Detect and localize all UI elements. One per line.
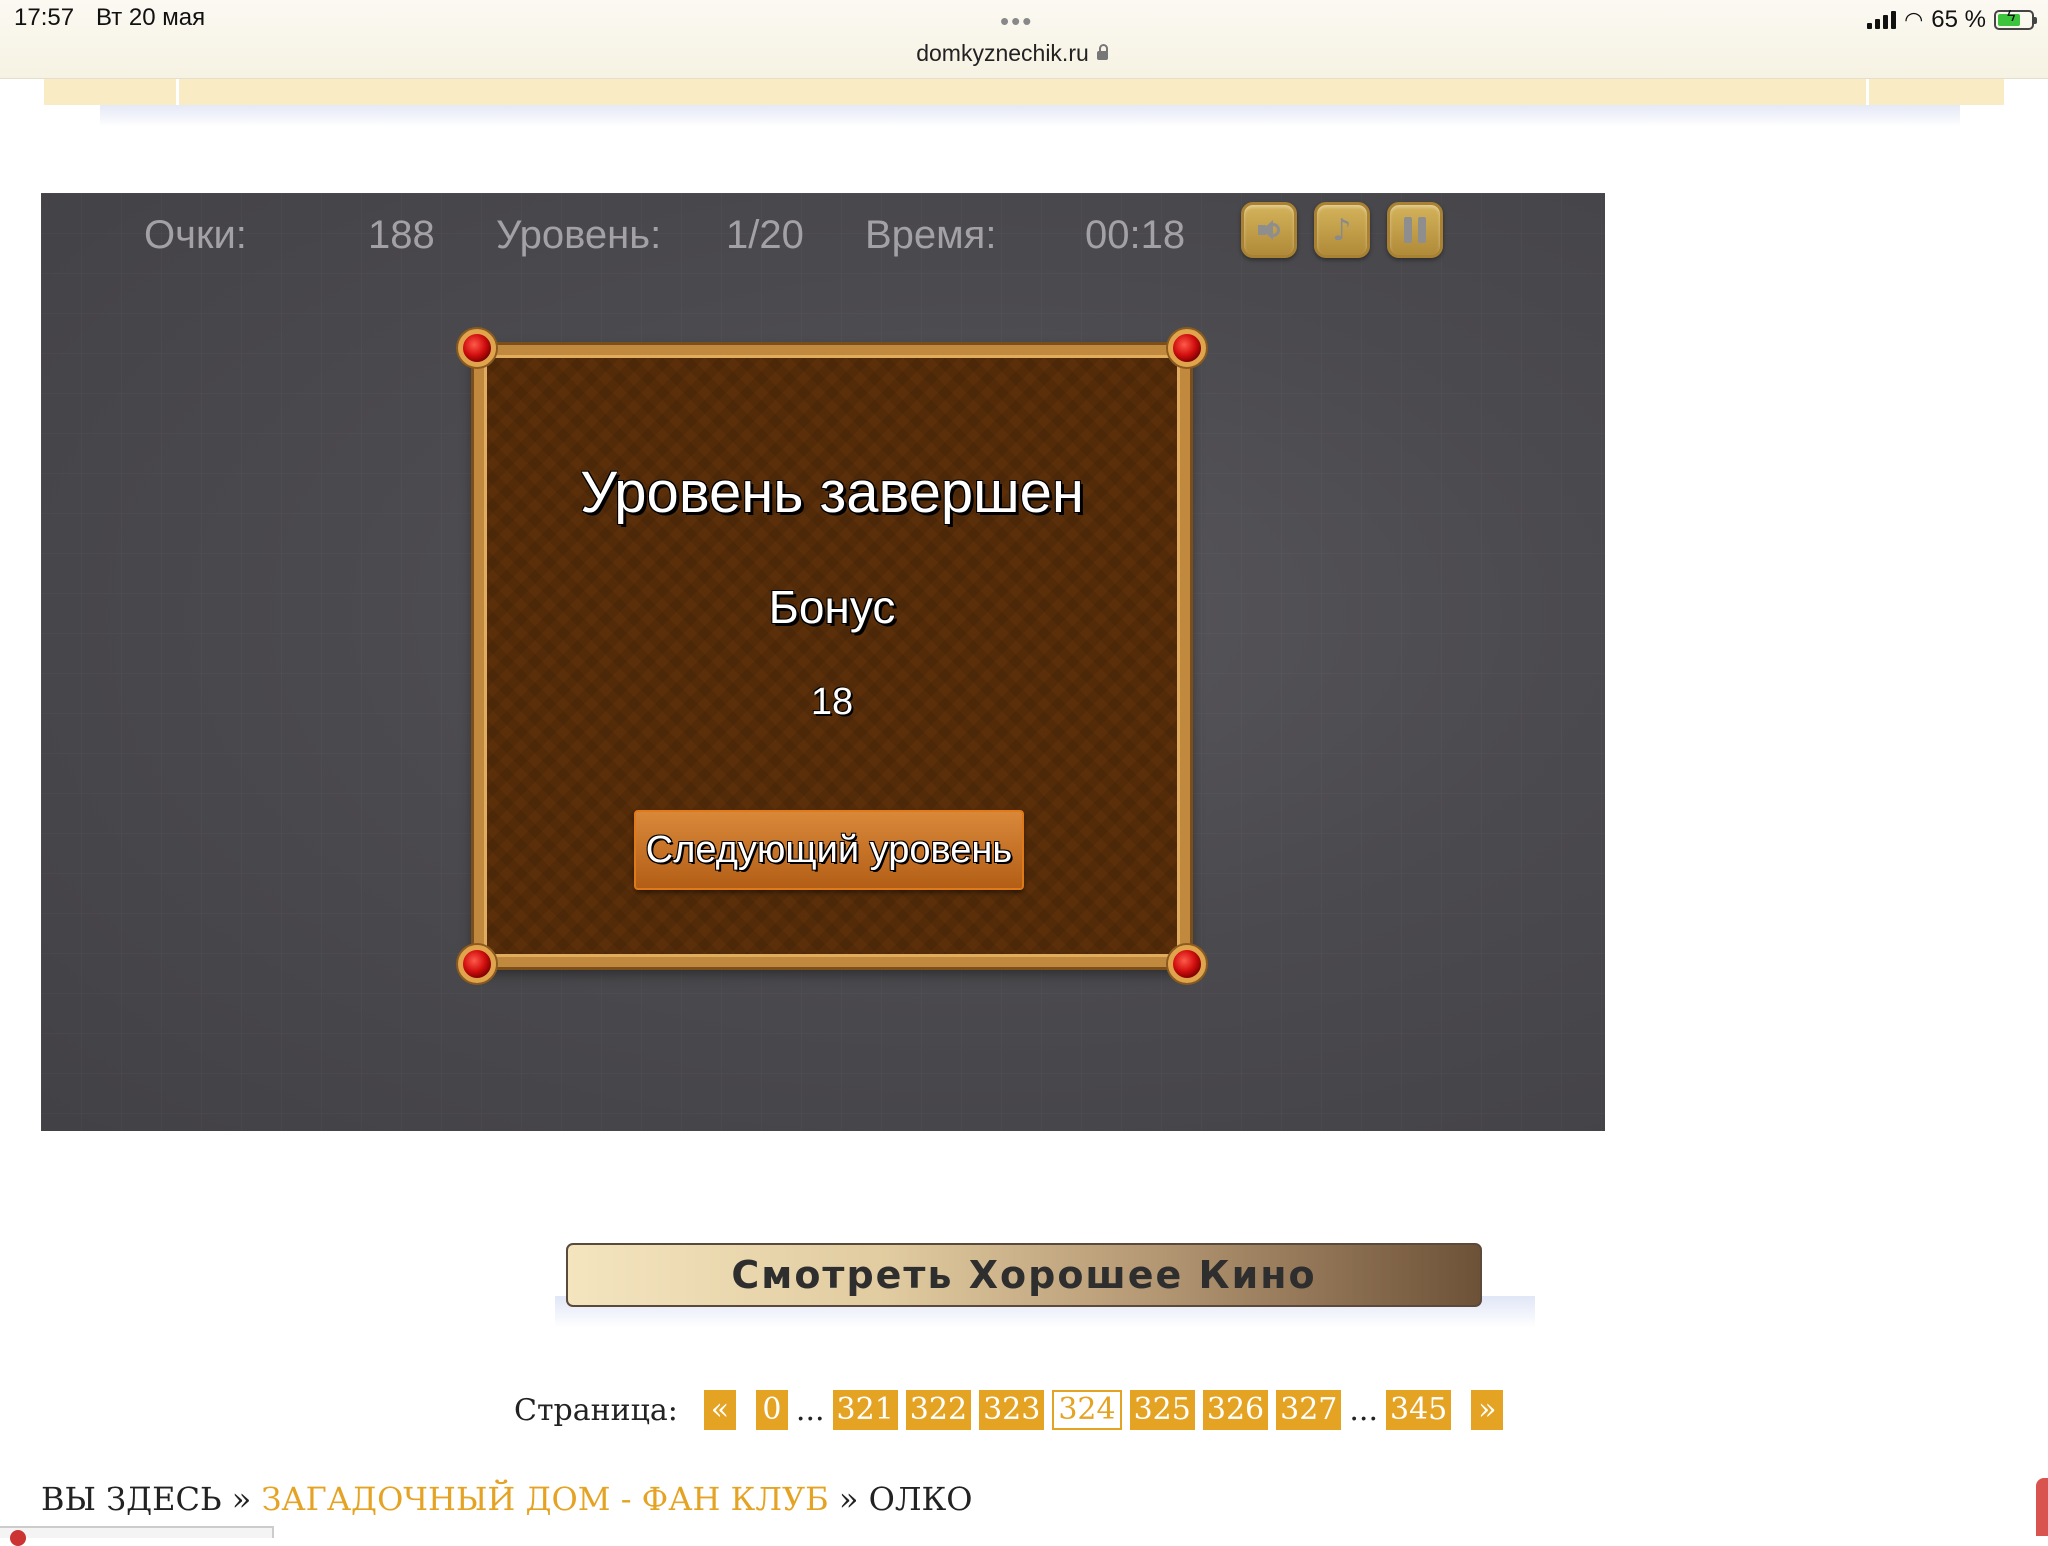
gem-icon	[1168, 945, 1206, 983]
pause-button[interactable]	[1387, 202, 1443, 258]
bonus-value: 18	[810, 681, 854, 723]
pagination-next[interactable]: »	[1471, 1390, 1504, 1430]
breadcrumb-prefix: ВЫ ЗДЕСЬ	[41, 1480, 222, 1518]
music-toggle-button[interactable]: ♪	[1314, 202, 1370, 258]
pagination: Страница: « 0 ... 321 322 323 324 325 32…	[514, 1390, 1511, 1430]
pause-icon	[1404, 217, 1426, 243]
gem-icon	[458, 945, 496, 983]
pagination-page[interactable]: 322	[905, 1390, 972, 1430]
pagination-page[interactable]: 325	[1129, 1390, 1195, 1430]
hud-time-value: 00:18	[1085, 213, 1186, 257]
pagination-page[interactable]: 327	[1276, 1390, 1342, 1430]
sound-toggle-button[interactable]	[1241, 202, 1297, 258]
address-url: domkyznechik.ru	[916, 40, 1089, 66]
pagination-label: Страница:	[514, 1392, 678, 1428]
wifi-icon: ◠	[1904, 7, 1924, 32]
hud-time-label: Время:	[865, 213, 997, 257]
pagination-page[interactable]: 326	[1202, 1390, 1269, 1430]
dialog-title: Уровень завершен	[580, 460, 1084, 525]
breadcrumb-current: ОЛКО	[868, 1480, 973, 1518]
gem-icon	[458, 329, 496, 367]
breadcrumb-link-fan-club[interactable]: ЗАГАДОЧНЫЙ ДОМ - ФАН КЛУБ	[261, 1480, 828, 1518]
side-tab[interactable]	[2036, 1478, 2048, 1536]
breadcrumb-separator: »	[838, 1480, 859, 1518]
pagination-last[interactable]: 345	[1386, 1390, 1452, 1430]
pagination-ellipsis: ...	[1349, 1392, 1378, 1428]
tab-overview-dots[interactable]: •••	[1000, 6, 1033, 37]
pagination-current-page: 324	[1052, 1390, 1122, 1430]
hud-level-value: 1/20	[726, 213, 804, 257]
pagination-page[interactable]: 321	[832, 1390, 898, 1430]
speaker-icon	[1256, 217, 1282, 243]
next-level-button[interactable]: Следующий уровень	[634, 810, 1024, 890]
status-date: Вт 20 мая	[96, 4, 206, 31]
battery-percent: 65 %	[1931, 6, 1986, 33]
music-note-icon: ♪	[1332, 212, 1352, 248]
bottom-toolbar-edge	[0, 1526, 274, 1546]
address-bar[interactable]: domkyznechik.ru	[0, 40, 2024, 67]
status-time: 17:57	[14, 4, 75, 31]
site-menu-strip	[44, 79, 2004, 105]
hud-level-label: Уровень:	[496, 213, 662, 257]
menu-shadow	[100, 105, 1960, 127]
breadcrumb-separator: »	[231, 1480, 252, 1518]
gem-icon	[1168, 329, 1206, 367]
pagination-prev[interactable]: «	[703, 1390, 736, 1430]
bonus-label: Бонус	[768, 581, 896, 633]
hud-score-value: 188	[368, 213, 435, 257]
lock-icon	[1096, 44, 1108, 60]
pagination-first[interactable]: 0	[755, 1390, 788, 1430]
watch-movies-button[interactable]: Смотреть Хорошее Кино	[566, 1243, 1482, 1307]
breadcrumb: ВЫ ЗДЕСЬ » ЗАГАДОЧНЫЙ ДОМ - ФАН КЛУБ » О…	[41, 1480, 973, 1518]
signal-icon	[1867, 11, 1897, 29]
pagination-page[interactable]: 323	[979, 1390, 1045, 1430]
status-bar: 17:57 Вт 20 мая ••• domkyznechik.ru ◠ 65…	[0, 0, 2048, 79]
hud-score-label: Очки:	[144, 213, 247, 257]
level-complete-dialog: Уровень завершен Бонус 18 Следующий уров…	[458, 329, 1206, 983]
status-indicators: ◠ 65 % ϟ	[1867, 4, 2037, 36]
game-canvas[interactable]: Очки: 188 Уровень: 1/20 Время: 00:18 ♪ У…	[41, 193, 1605, 1131]
pagination-ellipsis: ...	[795, 1392, 825, 1428]
battery-icon: ϟ	[1994, 8, 2037, 30]
